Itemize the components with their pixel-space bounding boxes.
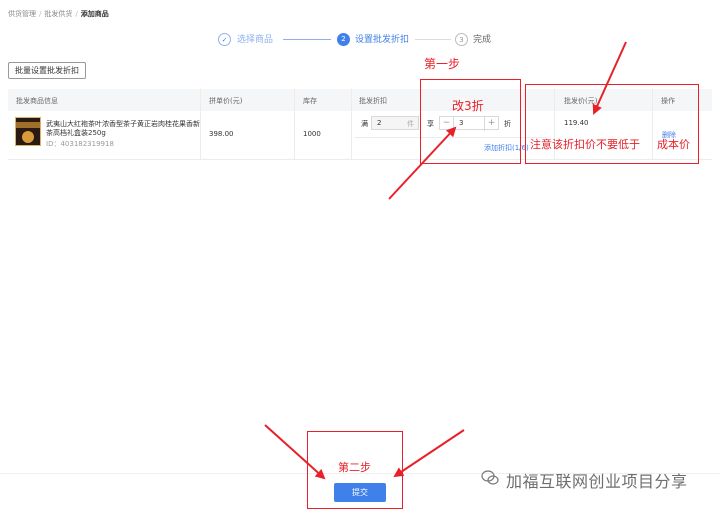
arrow-to-wholesale-price bbox=[592, 41, 627, 115]
watermark-text: 加福互联网创业项目分享 bbox=[506, 472, 688, 491]
arrow-to-submit-left bbox=[264, 424, 326, 480]
arrow-to-submit-right bbox=[393, 429, 465, 478]
wechat-icon bbox=[481, 470, 499, 485]
arrow-to-stepper bbox=[388, 126, 457, 200]
annotation-arrows bbox=[264, 41, 627, 480]
